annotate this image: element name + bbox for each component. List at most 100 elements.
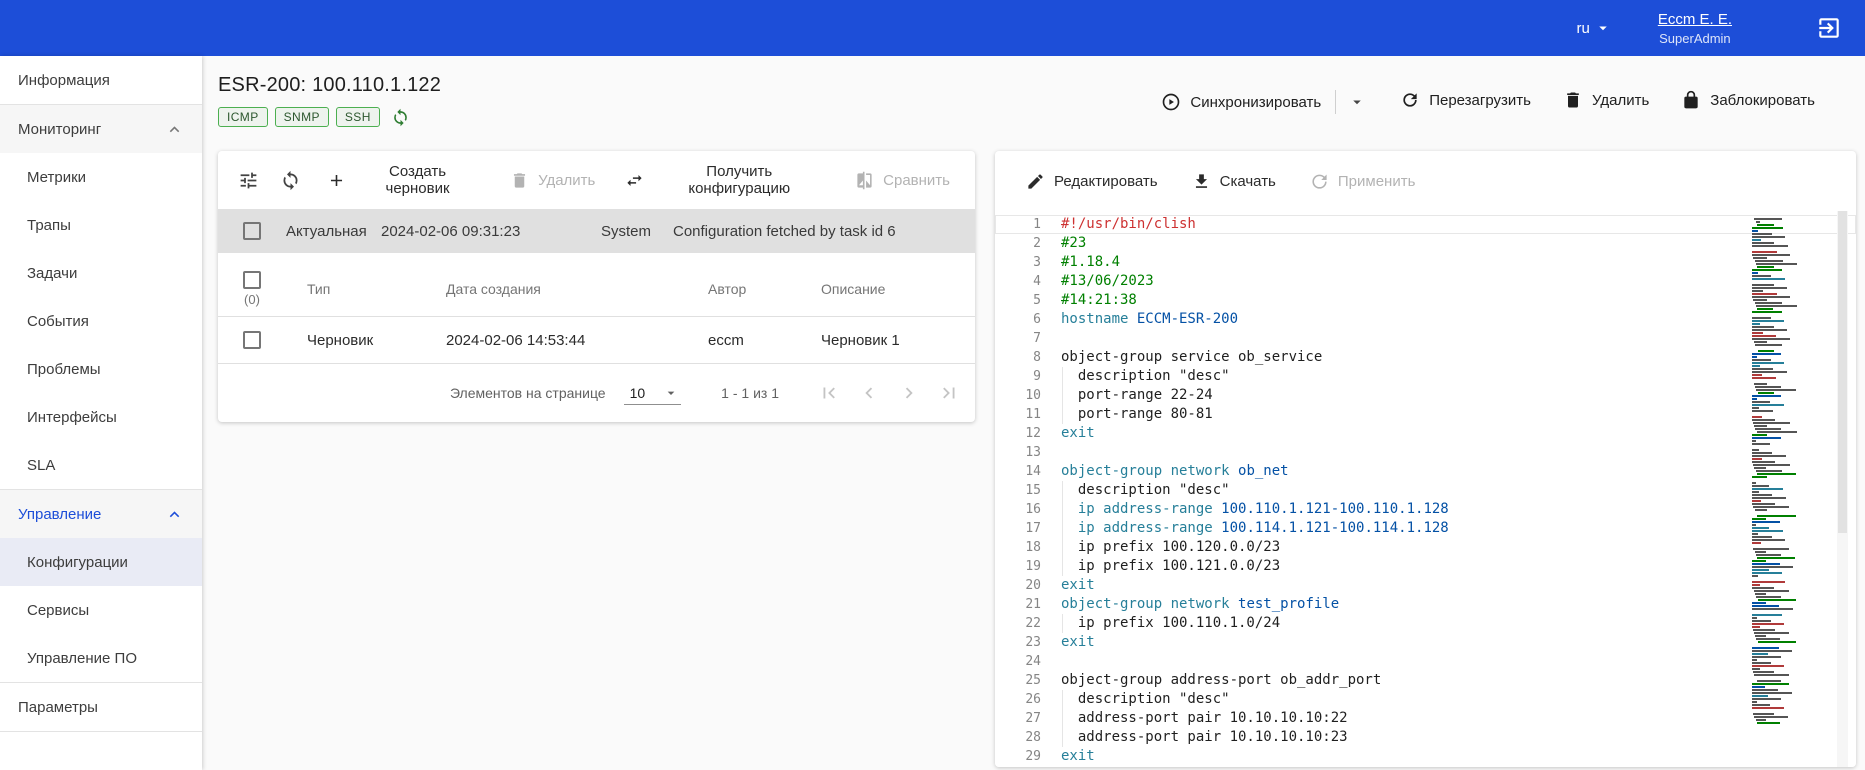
download-button[interactable]: Скачать <box>1175 161 1293 201</box>
checkbox[interactable] <box>243 222 261 240</box>
column-header-type[interactable]: Тип <box>286 281 425 297</box>
lock-device-label: Заблокировать <box>1710 92 1815 109</box>
line-number: 25 <box>995 671 1041 690</box>
sidebar-item-events[interactable]: События <box>0 297 202 345</box>
delete-device-button[interactable]: Удалить <box>1563 90 1649 110</box>
checkbox[interactable] <box>243 331 261 349</box>
sidebar-group-management[interactable]: Управление <box>0 490 202 538</box>
refresh-icon <box>280 170 301 191</box>
reboot-button[interactable]: Перезагрузить <box>1400 90 1531 110</box>
code-line[interactable]: 19 ip prefix 100.121.0.0/23 <box>995 557 1856 576</box>
code-line[interactable]: 22 ip prefix 100.110.1.0/24 <box>995 614 1856 633</box>
column-header-author[interactable]: Автор <box>687 281 800 297</box>
code-text: #!/usr/bin/clish <box>1061 215 1196 234</box>
code-line[interactable]: 26 description "desc" <box>995 690 1856 709</box>
select-all-checkbox[interactable] <box>243 271 261 289</box>
code-line[interactable]: 9 description "desc" <box>995 367 1856 386</box>
lock-device-button[interactable]: Заблокировать <box>1681 90 1815 110</box>
sidebar-item-problems[interactable]: Проблемы <box>0 345 202 393</box>
code-line[interactable]: 5#14:21:38 <box>995 291 1856 310</box>
logout-button[interactable] <box>1816 15 1842 41</box>
code-line[interactable]: 4#13/06/2023 <box>995 272 1856 291</box>
sidebar-group-monitoring[interactable]: Мониторинг <box>0 105 202 153</box>
code-line[interactable]: 15 description "desc" <box>995 481 1856 500</box>
code-text: ip prefix 100.110.1.0/24 <box>1061 614 1280 633</box>
line-number: 26 <box>995 690 1041 709</box>
code-line[interactable]: 29exit <box>995 747 1856 766</box>
code-line[interactable]: 13 <box>995 443 1856 462</box>
editor-toolbar: Редактировать Скачать Применить <box>995 151 1856 211</box>
code-line[interactable]: 18 ip prefix 100.120.0.0/23 <box>995 538 1856 557</box>
code-text: address-port pair 10.10.10.10:22 <box>1061 709 1348 728</box>
code-line[interactable]: 23exit <box>995 633 1856 652</box>
code-line[interactable]: 3#1.18.4 <box>995 253 1856 272</box>
sidebar-item-traps[interactable]: Трапы <box>0 201 202 249</box>
code-line[interactable]: 28 address-port pair 10.10.10.10:23 <box>995 728 1856 747</box>
code-line[interactable]: 8object-group service ob_service <box>995 348 1856 367</box>
sidebar-item-interfaces[interactable]: Интерфейсы <box>0 393 202 441</box>
code-line[interactable]: 12exit <box>995 424 1856 443</box>
code-line[interactable]: 25object-group address-port ob_addr_port <box>995 671 1856 690</box>
code-line[interactable]: 17 ip address-range 100.114.1.121-100.11… <box>995 519 1856 538</box>
editor-scrollbar[interactable] <box>1837 211 1848 767</box>
line-number: 28 <box>995 728 1041 747</box>
line-number: 8 <box>995 348 1041 367</box>
sidebar-item-parameters[interactable]: Параметры <box>0 683 202 731</box>
download-icon <box>1192 172 1211 191</box>
code-text: exit <box>1061 576 1095 595</box>
reload-icon <box>1400 90 1420 110</box>
synchronize-button[interactable]: Синхронизировать <box>1161 92 1321 112</box>
edit-button[interactable]: Редактировать <box>1009 161 1175 201</box>
synchronize-dropdown-button[interactable] <box>1335 90 1368 114</box>
status-badge-ssh: SSH <box>336 107 380 127</box>
table-row[interactable]: Черновик2024-02-06 14:53:44eccmЧерновик … <box>218 317 975 364</box>
code-line[interactable]: 11 port-range 80-81 <box>995 405 1856 424</box>
first-page-button <box>809 373 849 413</box>
filter-button[interactable] <box>228 159 270 201</box>
code-line[interactable]: 1#!/usr/bin/clish <box>995 215 1856 234</box>
per-page-value: 10 <box>630 385 646 401</box>
sync-group: Синхронизировать <box>1161 90 1368 114</box>
sidebar-item-software[interactable]: Управление ПО <box>0 634 202 682</box>
code-editor[interactable]: 1#!/usr/bin/clish2#233#1.18.44#13/06/202… <box>995 211 1856 767</box>
sidebar-item-information[interactable]: Информация <box>0 56 202 104</box>
actual-configuration-row[interactable]: Актуальная 2024-02-06 09:31:23 System Co… <box>218 209 975 253</box>
code-line[interactable]: 24 <box>995 652 1856 671</box>
code-line[interactable]: 27 address-port pair 10.10.10.10:22 <box>995 709 1856 728</box>
sidebar-item-tasks[interactable]: Задачи <box>0 249 202 297</box>
code-line[interactable]: 6hostname ECCM-ESR-200 <box>995 310 1856 329</box>
last-page-button <box>929 373 969 413</box>
fetch-config-button[interactable]: Получить конфигурацию <box>610 160 840 200</box>
download-label: Скачать <box>1220 173 1276 190</box>
code-line[interactable]: 20 exit <box>995 576 1856 595</box>
refresh-list-button[interactable] <box>270 159 312 201</box>
scrollbar-thumb[interactable] <box>1838 211 1847 533</box>
user-name-link[interactable]: Eccm E. E. <box>1658 11 1732 28</box>
configurations-toolbar: Создать черновик Удалить Получить конфиг… <box>218 151 975 209</box>
column-header-date[interactable]: Дата создания <box>425 281 687 297</box>
cell-type: Черновик <box>286 332 425 349</box>
code-line[interactable]: 7 <box>995 329 1856 348</box>
code-text: #1.18.4 <box>1061 253 1120 272</box>
column-header-description[interactable]: Описание <box>800 281 975 297</box>
code-line[interactable]: 14object-group network ob_net <box>995 462 1856 481</box>
line-number: 20 <box>995 576 1041 595</box>
previous-page-button <box>849 373 889 413</box>
code-text: port-range 80-81 <box>1061 405 1213 424</box>
sidebar-item-metrics[interactable]: Метрики <box>0 153 202 201</box>
sidebar-item-sla[interactable]: SLA <box>0 441 202 489</box>
sidebar-item-configurations[interactable]: Конфигурации <box>0 538 202 586</box>
create-draft-button[interactable]: Создать черновик <box>312 160 495 200</box>
code-line[interactable]: 10 port-range 22-24 <box>995 386 1856 405</box>
per-page-select[interactable]: 10 <box>624 382 682 405</box>
minimap[interactable] <box>1752 215 1798 725</box>
sidebar-item-services[interactable]: Сервисы <box>0 586 202 634</box>
pencil-icon <box>1026 172 1045 191</box>
code-line[interactable]: 21object-group network test_profile <box>995 595 1856 614</box>
user-menu[interactable]: Eccm E. E. SuperAdmin <box>1658 11 1732 46</box>
code-line[interactable]: 16 ip address-range 100.110.1.121-100.11… <box>995 500 1856 519</box>
status-refresh-icon[interactable] <box>391 108 410 127</box>
pagination: Элементов на странице 10 1 - 1 из 1 <box>218 364 975 422</box>
code-line[interactable]: 2#23 <box>995 234 1856 253</box>
language-selector[interactable]: ru <box>1576 19 1611 37</box>
